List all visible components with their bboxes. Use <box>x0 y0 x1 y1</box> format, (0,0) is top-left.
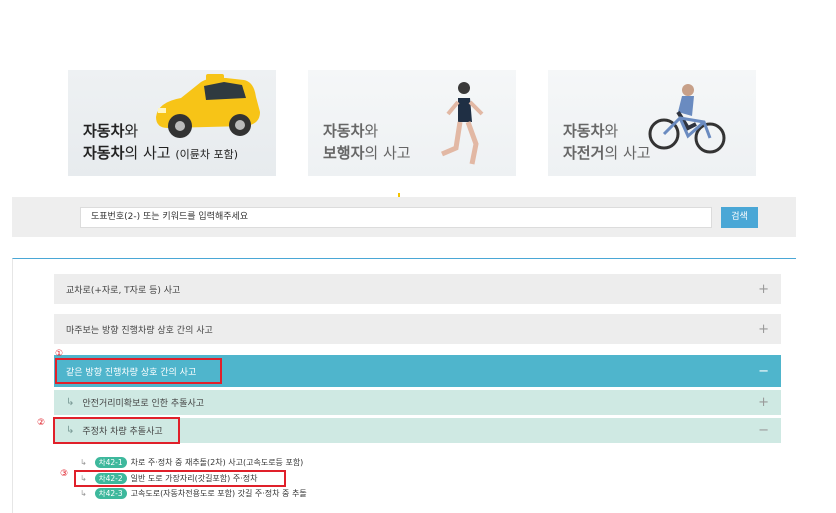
accordion-item-label: 안전거리미확보로 인한 추돌사고 <box>82 399 205 409</box>
category-card-car[interactable]: 자동차와 자동차의 사고 (이륜차 포함) <box>68 70 276 176</box>
plus-icon: + <box>758 281 769 297</box>
search-button[interactable]: 검색 <box>721 207 758 228</box>
plus-icon: + <box>758 395 769 410</box>
category-title-car: 자동차와 자동차의 사고 (이륜차 포함) <box>83 122 239 162</box>
accordion-item-opposite-direction[interactable]: 마주보는 방향 진행차량 상호 간의 사고 + <box>54 314 781 344</box>
code-badge: 차42-1 <box>94 457 127 468</box>
highlight-box-1 <box>55 358 222 384</box>
accordion-subitem-safe-distance[interactable]: ↳ 안전거리미확보로 인한 추돌사고 + <box>54 390 781 415</box>
category-title-bicycle: 자동차와 자전거의 사고 <box>563 122 651 162</box>
pedestrian-icon <box>441 82 484 165</box>
search-input[interactable]: 도표번호(2-) 또는 키워드를 입력해주세요 <box>80 207 712 228</box>
code-badge: 차42-3 <box>94 488 127 499</box>
minus-icon: − <box>758 423 769 438</box>
plus-icon: + <box>758 321 769 337</box>
sub-arrow-icon: ↳ <box>80 489 87 498</box>
annotation-number-2: ② <box>37 418 46 428</box>
bicycle-icon <box>648 84 726 154</box>
annotation-number-3: ③ <box>60 469 69 479</box>
accordion-item-label: 교차로(+자로, T자로 등) 사고 <box>66 285 181 296</box>
category-title-pedestrian: 자동차와 보행자의 사고 <box>323 122 411 162</box>
list-item-label: 고속도로(자동차전용도로 포함) 갓길 주·정차 중 추돌 <box>130 489 307 498</box>
category-card-pedestrian[interactable]: 자동차와 보행자의 사고 <box>308 70 516 176</box>
minus-icon: − <box>758 363 769 379</box>
category-card-bicycle[interactable]: 자동차와 자전거의 사고 <box>548 70 756 176</box>
accordion-item-intersection[interactable]: 교차로(+자로, T자로 등) 사고 + <box>54 274 781 304</box>
highlight-box-3 <box>74 470 286 487</box>
sub-arrow-icon: ↳ <box>66 397 75 408</box>
sub-arrow-icon: ↳ <box>80 458 87 467</box>
list-item-42-1[interactable]: ↳ 차42-1 차로 주·정차 중 재추돌(2차) 사고(고속도로등 포함) <box>80 457 303 468</box>
highlight-box-2 <box>53 417 180 444</box>
page: 자동차와 자동차의 사고 (이륜차 포함) 자동차와 보행자의 사고 자동차와 … <box>0 0 836 513</box>
list-item-label: 차로 주·정차 중 재추돌(2차) 사고(고속도로등 포함) <box>130 458 304 467</box>
list-item-42-3[interactable]: ↳ 차42-3 고속도로(자동차전용도로 포함) 갓길 주·정차 중 추돌 <box>80 488 307 499</box>
accordion-item-label: 마주보는 방향 진행차량 상호 간의 사고 <box>66 325 213 336</box>
